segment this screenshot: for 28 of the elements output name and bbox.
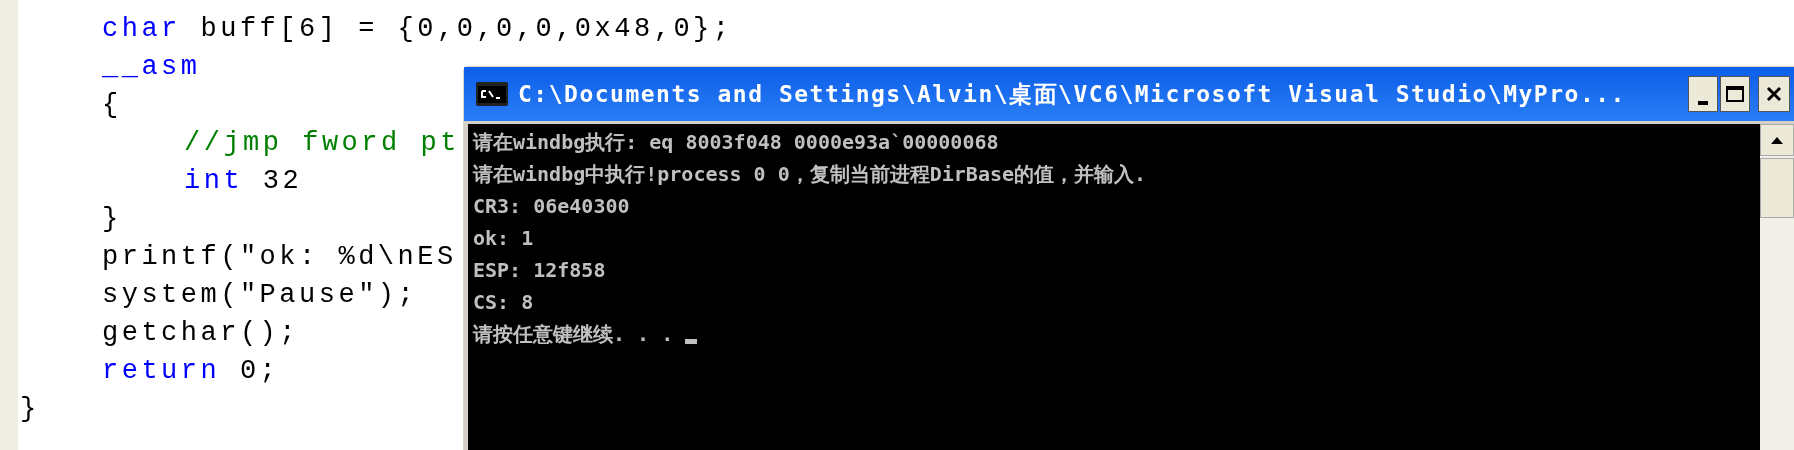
close-button[interactable] <box>1758 76 1790 112</box>
scrollbar[interactable] <box>1760 124 1794 450</box>
console-icon <box>476 82 508 106</box>
minimize-button[interactable] <box>1688 76 1718 112</box>
scroll-up-button[interactable] <box>1760 124 1794 156</box>
console-line: ok: 1 <box>473 225 534 252</box>
code-line: __asm <box>102 51 201 84</box>
code-line: int 32 <box>184 165 303 198</box>
maximize-button[interactable] <box>1720 76 1750 112</box>
console-line: ESP: 12f858 <box>473 257 606 284</box>
close-icon <box>1766 86 1782 102</box>
window-title: C:\Documents and Settings\Alvin\桌面\VC6\Microsoft Visual Studio\MyPro... <box>518 79 1626 109</box>
code-line: //jmp fword pt <box>184 127 460 160</box>
code-line: printf("ok: %d\nES <box>102 241 457 274</box>
scroll-thumb[interactable] <box>1760 158 1794 218</box>
console-line: 请按任意键继续. . . <box>473 321 675 348</box>
code-line: char buff[6] = {0,0,0,0,0x48,0}; <box>102 13 733 46</box>
up-arrow-icon <box>1771 136 1783 144</box>
console-line: CS: 8 <box>473 289 534 316</box>
code-line: getchar(); <box>102 317 300 350</box>
code-line: { <box>102 89 122 122</box>
code-line: return 0; <box>102 355 280 388</box>
code-line: } <box>102 203 122 236</box>
code-line: system("Pause"); <box>102 279 418 312</box>
code-line: } <box>20 393 40 426</box>
console-line: CR3: 06e40300 <box>473 193 630 220</box>
console-line: 请在windbg执行: eq 8003f048 0000e93a`00000068 <box>473 129 999 156</box>
console-line: 请在windbg中执行!process 0 0，复制当前进程DirBase的值，并输入. <box>473 161 1147 188</box>
